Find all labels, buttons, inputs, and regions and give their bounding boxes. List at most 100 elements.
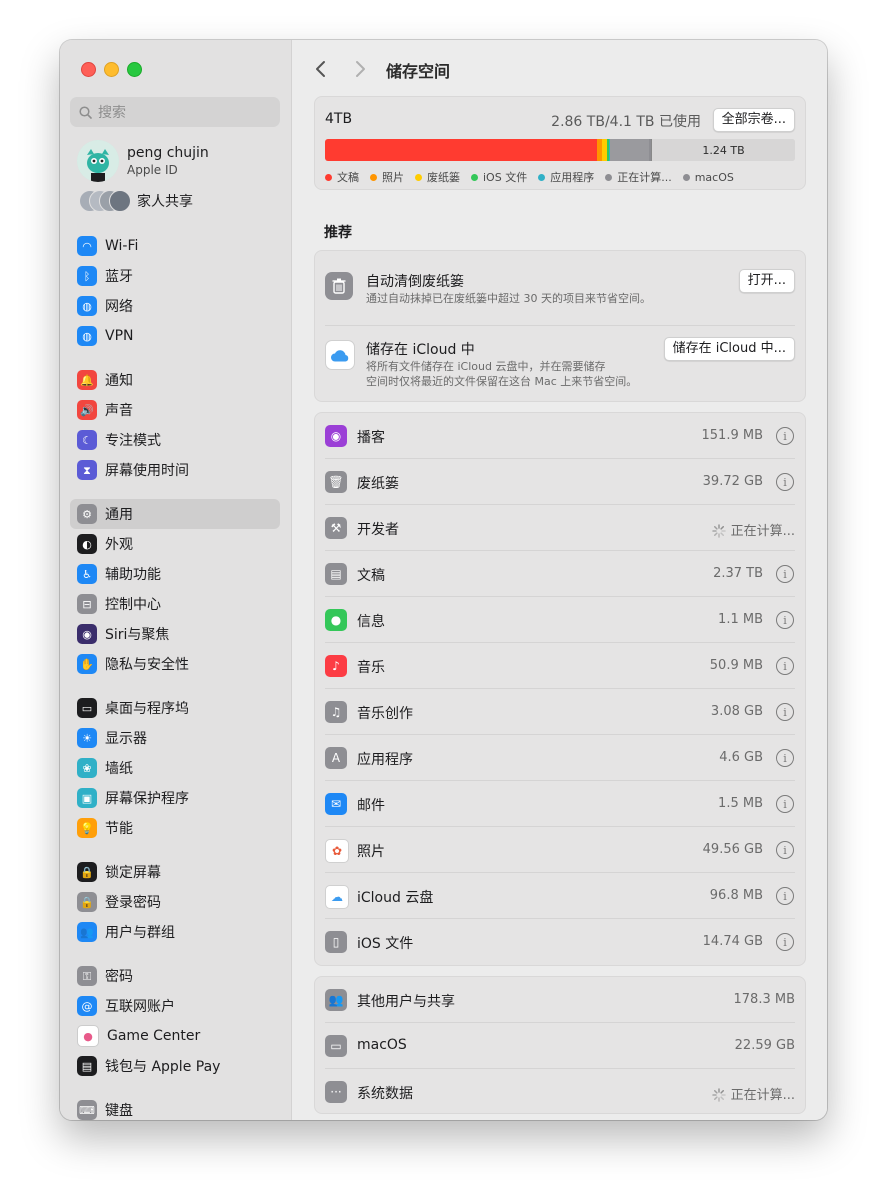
storage-row-label: 音乐 [357,660,385,676]
spinner-icon [711,524,726,538]
info-icon[interactable]: i [776,749,794,767]
storage-row[interactable]: 🗑 废纸篓 39.72 GB i [315,459,805,505]
sidebar-item[interactable]: @ 互联网账户 [70,991,280,1021]
sidebar-item[interactable]: 💡 节能 [70,813,280,843]
search-input[interactable]: 搜索 [70,97,280,127]
key-icon: ⚿ [77,966,97,986]
info-icon[interactable]: i [776,703,794,721]
sidebar-item[interactable]: 🔊 声音 [70,395,280,425]
sidebar-item[interactable]: ☀ 显示器 [70,723,280,753]
appearance-icon: ◐ [77,534,97,554]
info-icon[interactable]: i [776,565,794,583]
document-icon: ▤ [325,563,347,585]
at-icon: @ [77,996,97,1016]
storage-row[interactable]: ··· 系统数据 正在计算... [315,1069,805,1115]
storage-row-value: 49.56 GB [702,842,763,857]
storage-bar: 1.24 TB [325,139,795,161]
sidebar-item[interactable]: ◍ 网络 [70,291,280,321]
accessibility-icon: ♿ [77,564,97,584]
sidebar-item[interactable]: ◐ 外观 [70,529,280,559]
mail-icon: ✉ [325,793,347,815]
sidebar-item-label: 专注模式 [105,433,161,449]
legend-dot-icon [370,173,377,181]
avatar [77,140,119,182]
main-pane: 储存空间 4TB 2.86 TB/4.1 TB 已使用 全部宗卷... 1.24… [292,40,827,1120]
apple-id-profile[interactable]: peng chujin Apple ID [77,140,209,182]
store-in-icloud-button[interactable]: 储存在 iCloud 中... [663,337,795,361]
info-icon[interactable]: i [776,933,794,951]
info-icon[interactable]: i [776,611,794,629]
sidebar-item[interactable]: 🔒 锁定屏幕 [70,857,280,887]
storage-row[interactable]: ▯ iOS 文件 14.74 GB i [315,919,805,965]
legend-dot-icon [325,173,332,181]
storage-row-label: 应用程序 [357,752,413,768]
legend-item: 正在计算... [605,169,672,185]
legend-label: 应用程序 [550,171,595,184]
photos-icon: ✿ [325,839,349,863]
info-icon[interactable]: i [776,473,794,491]
sidebar-item[interactable]: ▭ 桌面与程序坞 [70,693,280,723]
sidebar-item[interactable]: ⌨ 键盘 [70,1095,280,1120]
storage-row-label: iOS 文件 [357,936,414,952]
sidebar-item-label: Game Center [107,1028,201,1044]
family-sharing[interactable]: 家人共享 [79,190,193,212]
trash-icon: 🗑 [325,471,347,493]
zoom-button[interactable] [127,62,142,77]
info-icon[interactable]: i [776,427,794,445]
storage-row[interactable]: 👥 其他用户与共享 178.3 MB [315,977,805,1023]
storage-row-value: 151.9 MB [701,428,763,443]
game-center-icon: ● [77,1025,99,1047]
sidebar-item[interactable]: ᛒ 蓝牙 [70,261,280,291]
info-icon[interactable]: i [776,795,794,813]
sidebar-item[interactable]: ❀ 墙纸 [70,753,280,783]
sidebar-item[interactable]: ⚿ 密码 [70,961,280,991]
sidebar-item[interactable]: ◠ Wi-Fi [70,231,280,261]
storage-row[interactable]: ✿ 照片 49.56 GB i [315,827,805,873]
storage-row[interactable]: ♫ 音乐创作 3.08 GB i [315,689,805,735]
info-icon[interactable]: i [776,887,794,905]
drive-icon: ▭ [325,1035,347,1057]
sidebar-item[interactable]: 🔒 登录密码 [70,887,280,917]
sidebar-item[interactable]: ☾ 专注模式 [70,425,280,455]
storage-row[interactable]: ◉ 播客 151.9 MB i [315,413,805,459]
storage-row-value: 1.5 MB [718,796,763,811]
sidebar-item-label: VPN [105,328,134,344]
storage-row[interactable]: A 应用程序 4.6 GB i [315,735,805,781]
storage-row[interactable]: ⚒ 开发者 正在计算... [315,505,805,551]
sidebar-item[interactable]: ⊟ 控制中心 [70,589,280,619]
sidebar-item[interactable]: ⧗ 屏幕使用时间 [70,455,280,485]
close-button[interactable] [81,62,96,77]
icloud-icon [325,340,355,370]
sidebar-item[interactable]: ⚙ 通用 [70,499,280,529]
all-volumes-button[interactable]: 全部宗卷... [712,108,795,132]
sidebar-item[interactable]: ◉ Siri与聚焦 [70,619,280,649]
empty-trash-open-button[interactable]: 打开... [738,269,795,293]
info-icon[interactable]: i [776,841,794,859]
sidebar-item[interactable]: ♿ 辅助功能 [70,559,280,589]
profile-subtitle: Apple ID [127,163,178,177]
forward-arrow-icon[interactable] [354,60,366,78]
icloud-description-line1: 将所有文件储存在 iCloud 云盘中，并在需要储存 [366,360,606,373]
storage-row[interactable]: ▤ 文稿 2.37 TB i [315,551,805,597]
sidebar-item-label: 通知 [105,373,133,389]
sidebar-item[interactable]: 👥 用户与群组 [70,917,280,947]
sidebar-item[interactable]: ◍ VPN [70,321,280,351]
storage-row[interactable]: ☁ iCloud 云盘 96.8 MB i [315,873,805,919]
sidebar-item[interactable]: ▤ 钱包与 Apple Pay [70,1051,280,1081]
storage-row[interactable]: ✉ 邮件 1.5 MB i [315,781,805,827]
storage-row[interactable]: ▭ macOS 22.59 GB [315,1023,805,1069]
info-icon[interactable]: i [776,657,794,675]
back-arrow-icon[interactable] [315,60,327,78]
storage-row[interactable]: ♪ 音乐 50.9 MB i [315,643,805,689]
sidebar-item[interactable]: ✋ 隐私与安全性 [70,649,280,679]
minimize-button[interactable] [104,62,119,77]
storage-row-value: 正在计算... [730,1088,795,1103]
sidebar-item-label: Siri与聚焦 [105,627,170,643]
profile-name: peng chujin [127,145,209,161]
sidebar-item[interactable]: 🔔 通知 [70,365,280,395]
sidebar-item[interactable]: ▣ 屏幕保护程序 [70,783,280,813]
legend-label: macOS [694,170,734,184]
storage-row[interactable]: ● 信息 1.1 MB i [315,597,805,643]
sidebar-item[interactable]: ● Game Center [70,1021,280,1051]
spinner-icon [711,1088,726,1102]
